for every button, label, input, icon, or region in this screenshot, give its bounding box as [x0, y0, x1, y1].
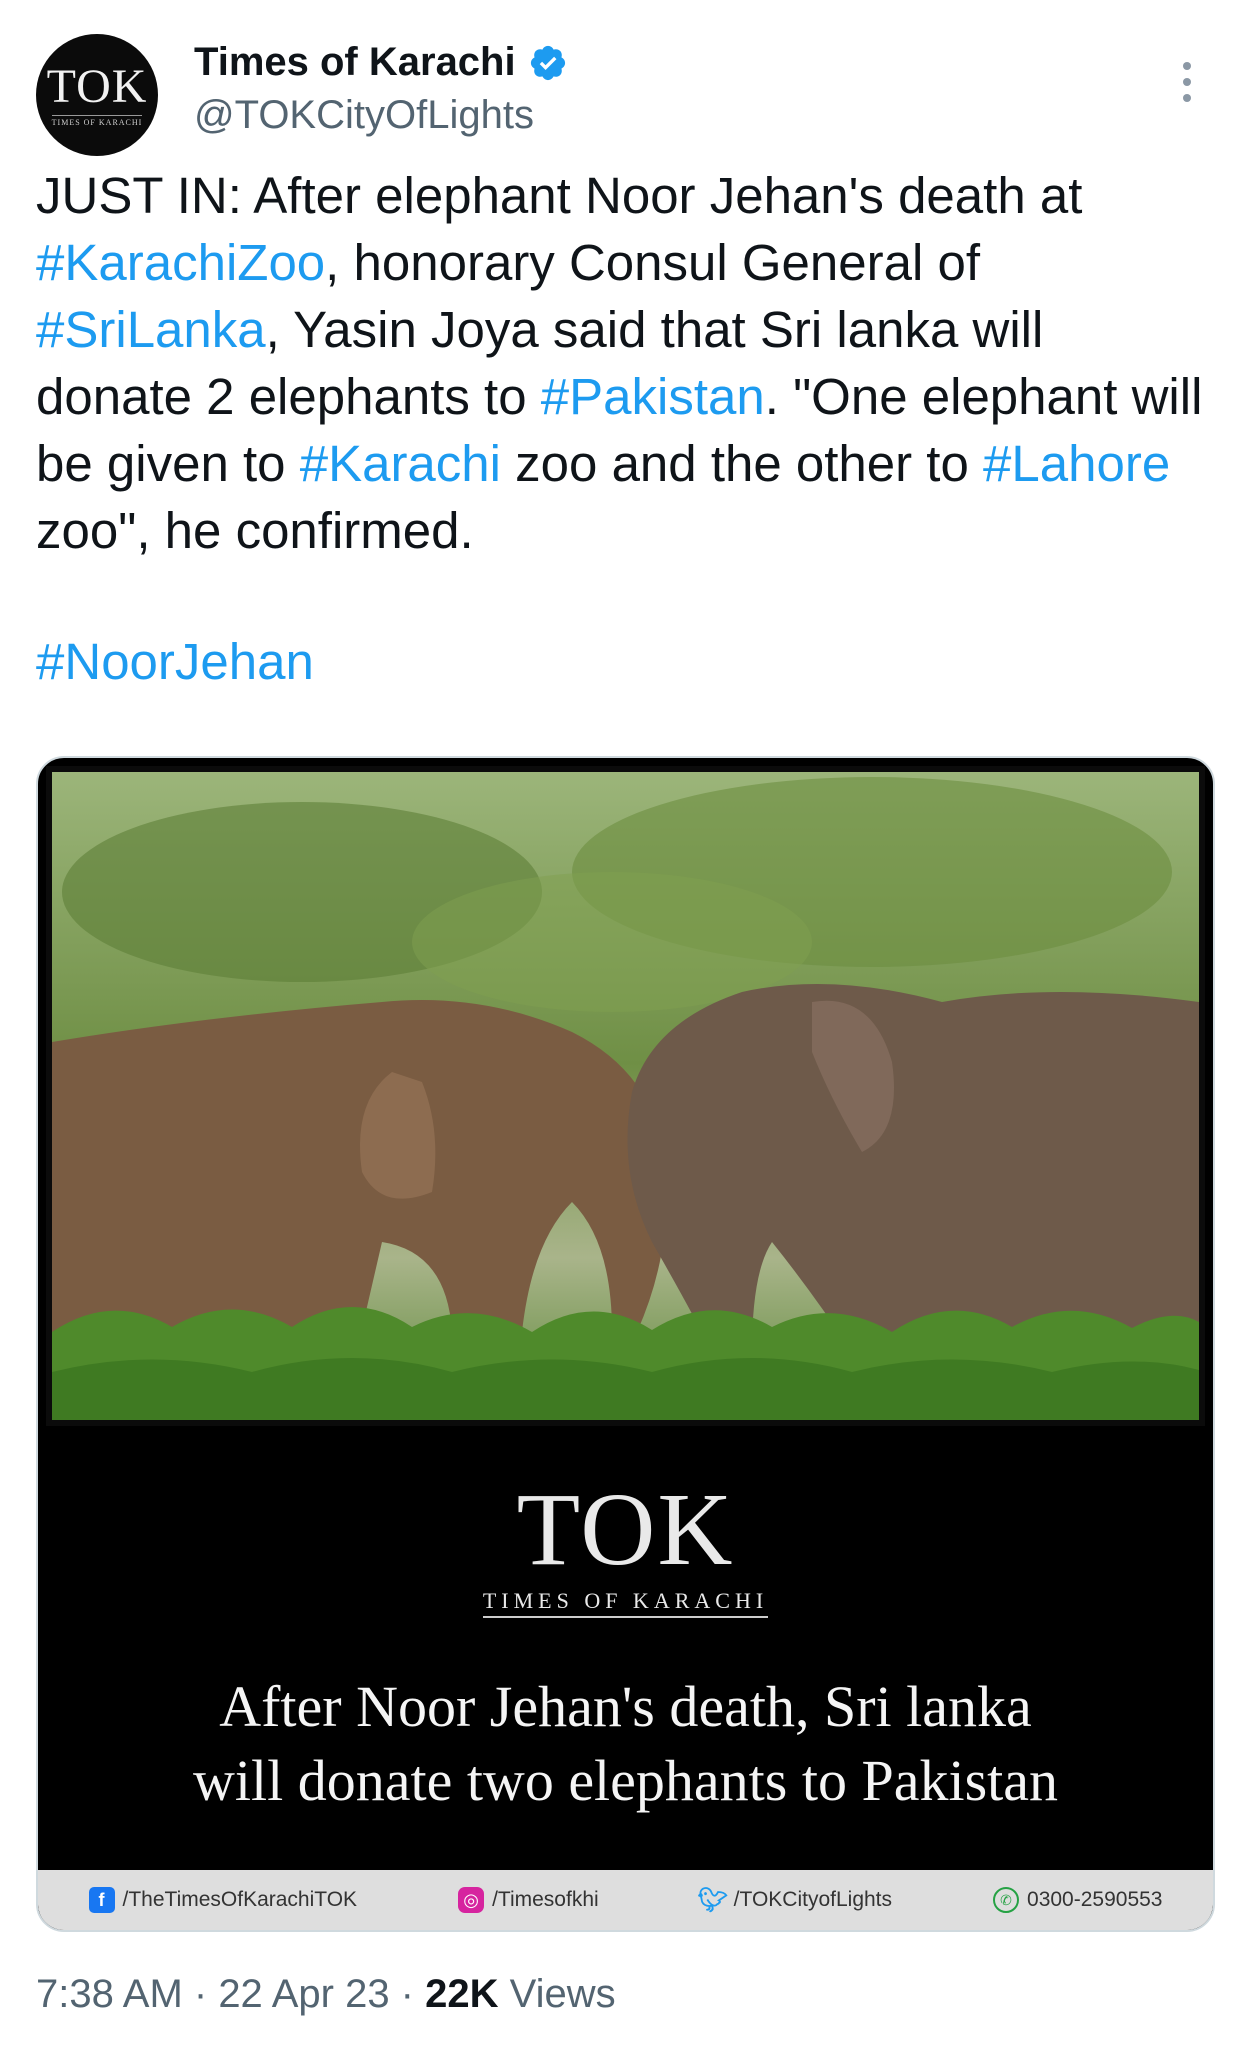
tweet-text-segment: zoo and the other to [501, 435, 984, 492]
headline-line-2: will donate two elephants to Pakistan [192, 1748, 1058, 1813]
avatar-sub-text: TIMES OF KARACHI [51, 115, 143, 127]
tweet-date[interactable]: 22 Apr 23 [218, 1972, 389, 2016]
elephants-photo [46, 766, 1205, 1426]
instagram-contact: ◎ /Timesofkhi [458, 1887, 599, 1913]
instagram-icon: ◎ [458, 1887, 485, 1913]
author-handle[interactable]: @TOKCityOfLights [194, 93, 534, 138]
media-headline: After Noor Jehan's death, Sri lanka will… [38, 1670, 1213, 1818]
author-avatar[interactable]: TOK TIMES OF KARACHI [36, 34, 158, 156]
hashtag-pakistan[interactable]: #Pakistan [541, 368, 765, 425]
tweet-meta: 7:38 AM · 22 Apr 23 · 22K Views [36, 1972, 616, 2017]
whatsapp-contact: ✆ 0300-2590553 [993, 1887, 1162, 1913]
hashtag-noorjehan[interactable]: #NoorJehan [36, 628, 314, 695]
verified-badge-icon [530, 45, 565, 80]
facebook-handle: /TheTimesOfKarachiTOK [122, 1888, 358, 1911]
tweet-text-segment: JUST IN: After elephant Noor Jehan's dea… [36, 167, 1083, 224]
brand-logo-text: TOK [516, 1472, 735, 1587]
tweet-media-card[interactable]: TOK TIMES OF KARACHI After Noor Jehan's … [36, 756, 1215, 1932]
tweet-text-segment: , honorary Consul General of [325, 234, 981, 291]
views-count[interactable]: 22K [425, 1972, 498, 2016]
headline-line-1: After Noor Jehan's death, Sri lanka [219, 1674, 1032, 1739]
views-label: Views [498, 1972, 616, 2016]
brand-sub-text: TIMES OF KARACHI [482, 1588, 769, 1618]
tweet-text-segment: zoo", he confirmed. [36, 502, 474, 559]
meta-separator: · [182, 1972, 219, 2016]
twitter-contact: 🐦︎ /TOKCityofLights [697, 1886, 893, 1914]
meta-separator: · [389, 1972, 426, 2016]
whatsapp-number: 0300-2590553 [1027, 1888, 1163, 1911]
author-display-name[interactable]: Times of Karachi [194, 40, 516, 85]
hashtag-karachi[interactable]: #Karachi [300, 435, 501, 492]
media-social-footer: f /TheTimesOfKarachiTOK ◎ /Timesofkhi 🐦︎… [38, 1870, 1213, 1930]
tweet-time[interactable]: 7:38 AM [36, 1972, 183, 2016]
hashtag-srilanka[interactable]: #SriLanka [36, 301, 266, 358]
hashtag-karachizoo[interactable]: #KarachiZoo [36, 234, 325, 291]
more-options-icon[interactable] [1180, 62, 1194, 102]
twitter-handle: /TOKCityofLights [733, 1888, 893, 1911]
author-name-row: Times of Karachi [194, 40, 568, 85]
whatsapp-icon: ✆ [993, 1887, 1020, 1913]
twitter-bird-icon: 🐦︎ [697, 1886, 728, 1914]
tok-brand-logo: TOK TIMES OF KARACHI [38, 1478, 1213, 1618]
instagram-handle: /Timesofkhi [492, 1888, 599, 1911]
hashtag-lahore[interactable]: #Lahore [983, 435, 1170, 492]
tweet-text: JUST IN: After elephant Noor Jehan's dea… [36, 162, 1206, 564]
avatar-logo-text: TOK [46, 60, 148, 113]
facebook-icon: f [88, 1887, 115, 1913]
facebook-contact: f /TheTimesOfKarachiTOK [88, 1887, 358, 1913]
